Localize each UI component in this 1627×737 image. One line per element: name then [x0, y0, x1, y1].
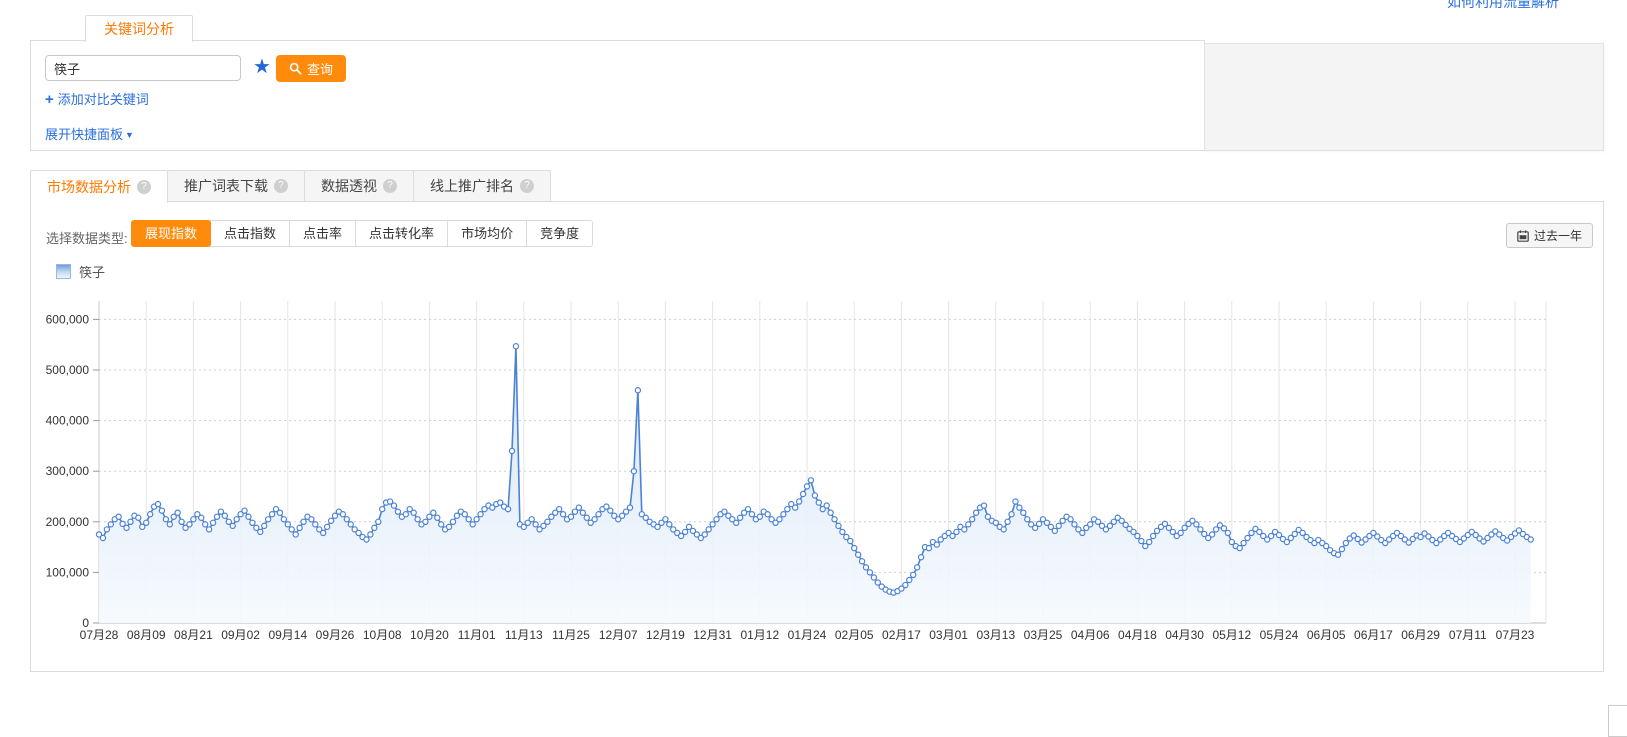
svg-text:11月13: 11月13	[505, 628, 543, 642]
svg-text:09月02: 09月02	[221, 628, 260, 642]
tab-data-pivot[interactable]: 数据透视 ?	[304, 170, 414, 202]
svg-text:12月31: 12月31	[693, 628, 732, 642]
analysis-tab-bar: 市场数据分析 ? 推广词表下载 ? 数据透视 ? 线上推广排名 ?	[30, 170, 550, 203]
help-circle-icon[interactable]: ?	[520, 179, 534, 193]
svg-text:07月11: 07月11	[1449, 628, 1487, 642]
chart-panel: 选择数据类型: 展现指数 点击指数 点击率 点击转化率 市场均价 竞争度 过去一…	[30, 201, 1604, 672]
svg-text:08月09: 08月09	[127, 628, 166, 642]
data-type-impression-index-button[interactable]: 展现指数	[131, 220, 211, 247]
data-type-competition-button[interactable]: 竞争度	[526, 220, 593, 247]
svg-text:11月25: 11月25	[552, 628, 590, 642]
svg-text:07月23: 07月23	[1496, 628, 1535, 642]
add-compare-keyword-link[interactable]: + 添加对比关键词	[45, 89, 149, 108]
help-circle-icon[interactable]: ?	[383, 179, 397, 193]
tab-label: 推广词表下载	[184, 171, 268, 201]
svg-text:03月25: 03月25	[1024, 628, 1063, 642]
tab-keyword-analysis[interactable]: 关键词分析	[85, 15, 193, 42]
svg-text:05月24: 05月24	[1260, 628, 1299, 642]
expand-quick-panel-link[interactable]: 展开快捷面板▼	[45, 124, 134, 143]
tab-online-promo-ranking[interactable]: 线上推广排名 ?	[413, 170, 551, 202]
svg-text:04月30: 04月30	[1165, 628, 1204, 642]
data-type-click-index-button[interactable]: 点击指数	[210, 220, 290, 247]
calendar-icon	[1517, 230, 1529, 242]
data-type-label: 选择数据类型:	[46, 228, 128, 247]
add-compare-keyword-label: 添加对比关键词	[58, 92, 149, 107]
keyword-input[interactable]	[45, 55, 241, 81]
svg-text:100,000: 100,000	[46, 565, 90, 579]
svg-text:06月29: 06月29	[1401, 628, 1440, 642]
expand-quick-panel-label: 展开快捷面板	[45, 127, 123, 142]
chart-legend: 筷子	[56, 262, 105, 281]
svg-text:300,000: 300,000	[46, 464, 90, 478]
favorite-star-icon[interactable]: ★	[253, 53, 271, 81]
svg-text:09月26: 09月26	[316, 628, 355, 642]
search-button[interactable]: 查询	[276, 55, 346, 82]
svg-text:01月12: 01月12	[740, 628, 779, 642]
svg-text:12月19: 12月19	[646, 628, 685, 642]
svg-text:01月24: 01月24	[788, 628, 827, 642]
date-range-label: 过去一年	[1534, 227, 1582, 244]
svg-text:03月13: 03月13	[976, 628, 1015, 642]
search-icon	[289, 62, 302, 75]
legend-swatch	[56, 264, 71, 279]
tab-label: 线上推广排名	[430, 171, 514, 201]
svg-text:11月01: 11月01	[458, 628, 496, 642]
svg-text:02月05: 02月05	[835, 628, 874, 642]
data-type-cvr-button[interactable]: 点击转化率	[355, 220, 448, 247]
tab-label: 数据透视	[321, 171, 377, 201]
date-range-button[interactable]: 过去一年	[1506, 223, 1593, 248]
floating-widget[interactable]	[1608, 705, 1627, 737]
svg-text:05月12: 05月12	[1212, 628, 1251, 642]
tab-promo-wordlist-download[interactable]: 推广词表下载 ?	[167, 170, 305, 202]
legend-series-label: 筷子	[79, 262, 105, 281]
svg-text:02月17: 02月17	[882, 628, 921, 642]
svg-text:07月28: 07月28	[80, 628, 119, 642]
svg-text:04月06: 04月06	[1071, 628, 1110, 642]
data-type-market-avg-price-button[interactable]: 市场均价	[447, 220, 527, 247]
svg-text:03月01: 03月01	[929, 628, 968, 642]
plus-icon: +	[45, 91, 54, 108]
data-type-ctr-button[interactable]: 点击率	[289, 220, 356, 247]
promo-placeholder-box	[1204, 43, 1604, 151]
svg-text:12月07: 12月07	[599, 628, 638, 642]
help-circle-icon[interactable]: ?	[274, 179, 288, 193]
traffic-analysis-page: 如何利用流量解析 关键词分析 ★ 查询 + 添加对比关键词 展开快捷面板▼ 市场数…	[0, 0, 1627, 713]
svg-text:400,000: 400,000	[46, 414, 90, 428]
help-link[interactable]: 如何利用流量解析	[1447, 0, 1559, 12]
search-button-label: 查询	[307, 59, 333, 78]
svg-text:600,000: 600,000	[46, 312, 90, 326]
svg-text:06月17: 06月17	[1354, 628, 1393, 642]
trend-chart: 0100,000200,000300,000400,000500,000600,…	[41, 296, 1601, 651]
svg-text:08月21: 08月21	[174, 628, 213, 642]
svg-text:04月18: 04月18	[1118, 628, 1157, 642]
tab-market-data-analysis[interactable]: 市场数据分析 ?	[30, 170, 168, 203]
svg-text:10月20: 10月20	[410, 628, 449, 642]
caret-down-icon: ▼	[125, 130, 134, 140]
keyword-panel: ★ 查询 + 添加对比关键词 展开快捷面板▼	[30, 40, 1205, 151]
svg-text:500,000: 500,000	[46, 363, 90, 377]
svg-text:10月08: 10月08	[363, 628, 402, 642]
svg-text:06月05: 06月05	[1307, 628, 1346, 642]
help-circle-icon[interactable]: ?	[137, 180, 151, 194]
data-type-button-group: 展现指数 点击指数 点击率 点击转化率 市场均价 竞争度	[131, 220, 593, 247]
svg-text:200,000: 200,000	[46, 515, 90, 529]
svg-text:09月14: 09月14	[268, 628, 307, 642]
tab-label: 市场数据分析	[47, 172, 131, 202]
